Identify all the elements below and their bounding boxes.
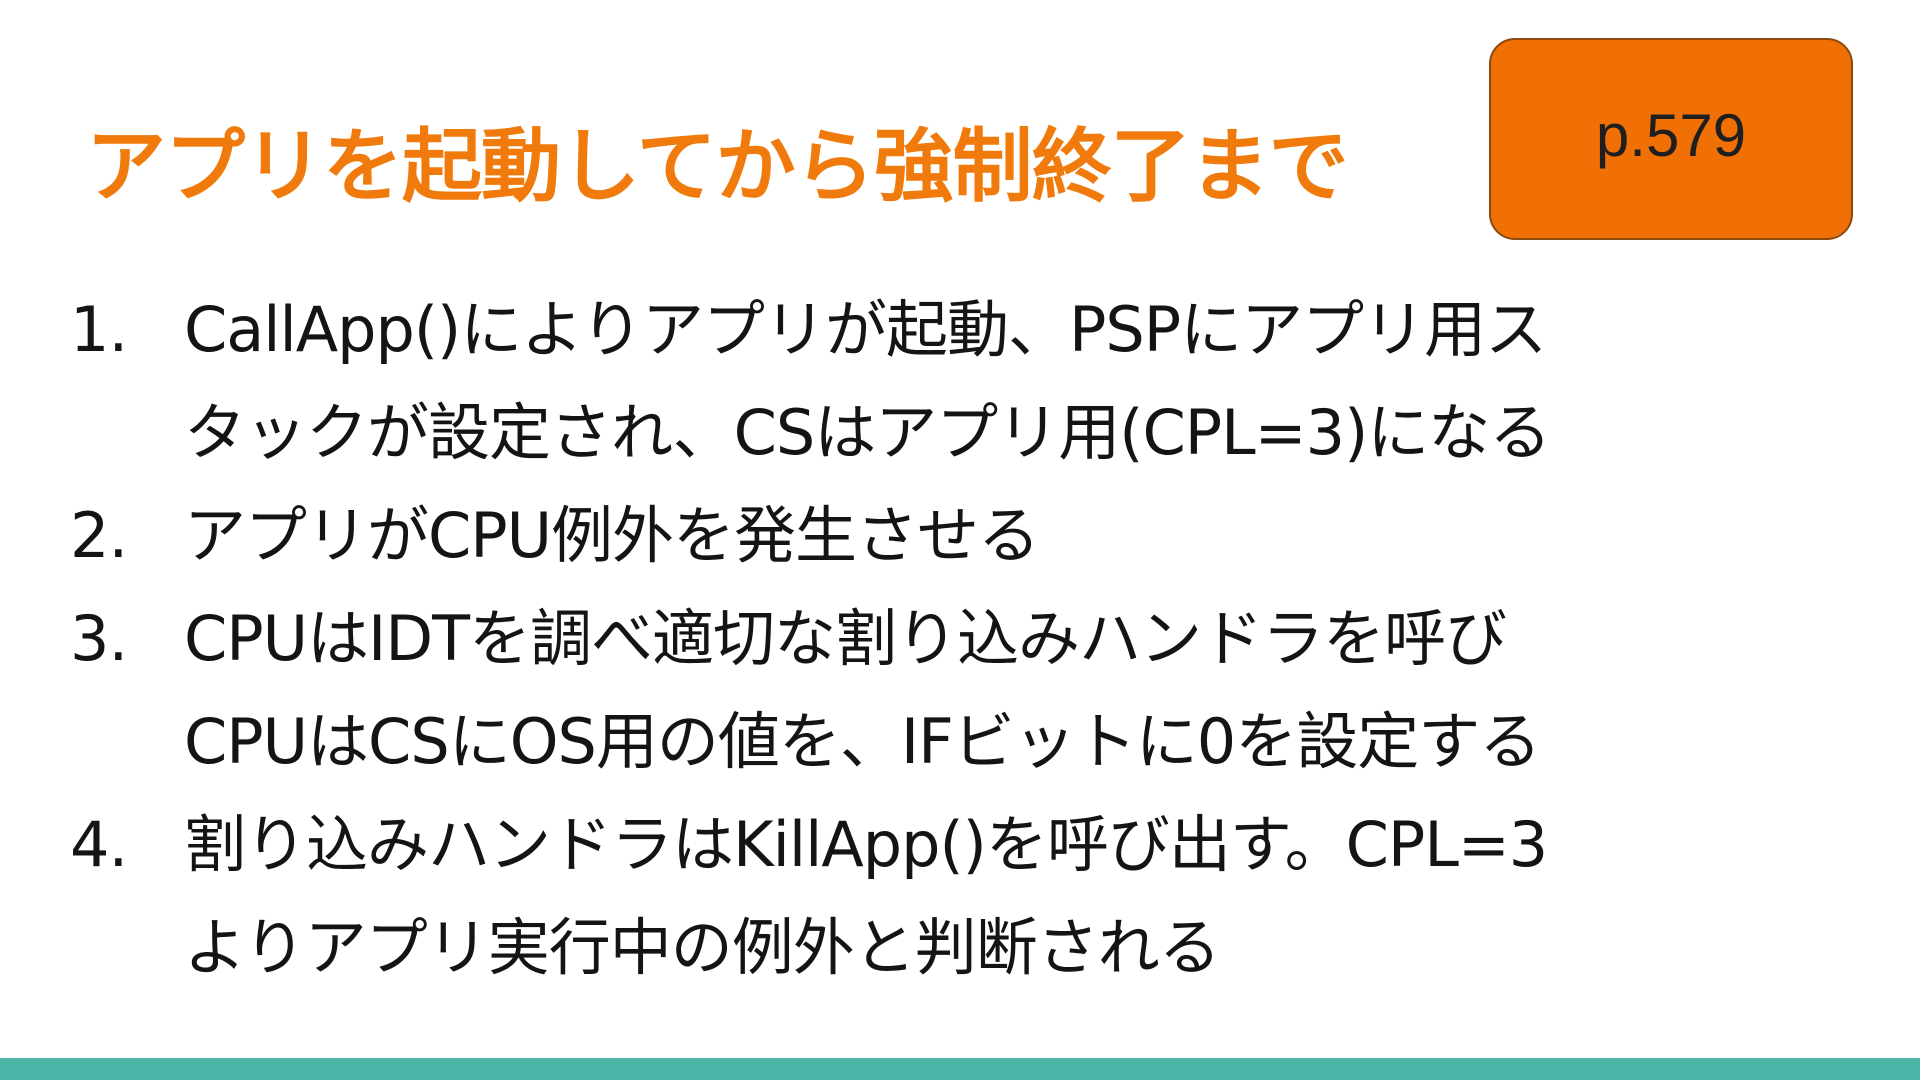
slide-title: アプリを起動してから強制終了まで (86, 120, 1349, 213)
step-text-line: タックが設定され、CSはアプリ用(CPL=3)になる (184, 396, 1551, 469)
step-text-line: CallApp()によりアプリが起動、PSPにアプリ用ス (184, 293, 1547, 366)
step-text-line: CPUはCSにOS用の値を、IFビットに0を設定する (184, 705, 1541, 778)
list-item: 4. 割り込みハンドラはKillApp()を呼び出す。CPL=3 よりアプリ実行… (70, 793, 1870, 999)
step-number: 2. (70, 499, 128, 572)
list-item: 3. CPUはIDTを調べ適切な割り込みハンドラを呼び CPUはCSにOS用の値… (70, 587, 1870, 793)
steps-list: 1. CallApp()によりアプリが起動、PSPにアプリ用ス タックが設定され… (70, 278, 1870, 999)
step-text-line: 割り込みハンドラはKillApp()を呼び出す。CPL=3 (184, 808, 1548, 881)
list-item: 2. アプリがCPU例外を発生させる (70, 484, 1870, 587)
page-reference-label: p.579 (1595, 101, 1747, 169)
page-reference-badge: p.579 (1489, 38, 1853, 240)
slide: アプリを起動してから強制終了まで p.579 1. CallApp()によりアプ… (0, 0, 1920, 1080)
step-number: 1. (70, 293, 128, 366)
step-text-line: CPUはIDTを調べ適切な割り込みハンドラを呼び (184, 602, 1507, 675)
step-number: 3. (70, 602, 128, 675)
list-item: 1. CallApp()によりアプリが起動、PSPにアプリ用ス タックが設定され… (70, 278, 1870, 484)
step-text-line: よりアプリ実行中の例外と判断される (184, 911, 1221, 984)
step-text-line: アプリがCPU例外を発生させる (184, 499, 1040, 572)
step-number: 4. (70, 808, 128, 881)
footer-accent-bar (0, 1058, 1920, 1080)
